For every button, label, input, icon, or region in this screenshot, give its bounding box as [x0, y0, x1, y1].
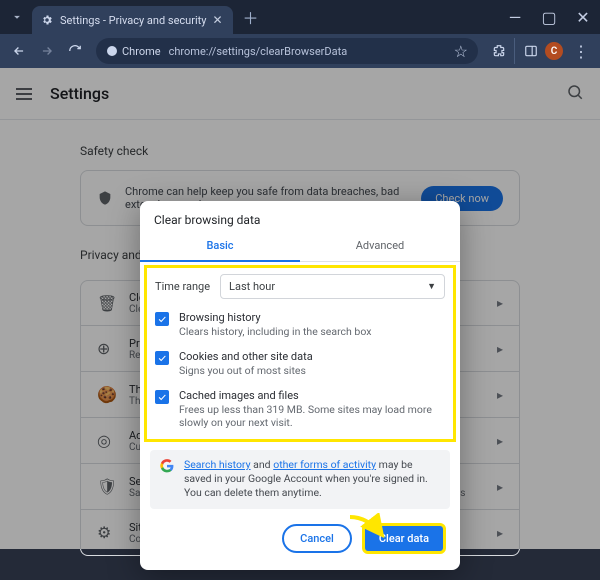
- google-icon: [160, 459, 174, 473]
- option-cookies[interactable]: Cookies and other site dataSigns you out…: [155, 350, 445, 377]
- page: Settings Safety check Chrome can help ke…: [0, 68, 600, 549]
- checkbox-checked[interactable]: [155, 312, 169, 326]
- options-highlight: Time range Last hour ▼ Browsing historyC…: [144, 265, 456, 442]
- clear-browsing-data-dialog: Clear browsing data Basic Advanced Time …: [140, 201, 460, 570]
- link-other-activity[interactable]: other forms of activity: [273, 458, 376, 471]
- minimize-button[interactable]: —: [498, 0, 532, 34]
- site-chip[interactable]: Chrome: [106, 45, 161, 58]
- toolbar: Chrome chrome://settings/clearBrowserDat…: [0, 34, 600, 68]
- close-window-button[interactable]: ✕: [566, 0, 600, 34]
- info-text: Search history and other forms of activi…: [184, 458, 440, 501]
- dialog-title: Clear browsing data: [140, 201, 460, 231]
- menu-button[interactable]: ⋮: [568, 38, 594, 64]
- new-tab-button[interactable]: ＋: [243, 5, 259, 29]
- url-text: chrome://settings/clearBrowserData: [169, 45, 446, 58]
- maximize-button[interactable]: ▢: [532, 0, 566, 34]
- side-panel-button[interactable]: [514, 38, 540, 64]
- tab-title: Settings - Privacy and security: [60, 14, 206, 27]
- close-tab-icon[interactable]: ✕: [212, 13, 222, 27]
- option-browsing-history[interactable]: Browsing historyClears history, includin…: [155, 311, 445, 338]
- checkbox-checked[interactable]: [155, 351, 169, 365]
- back-button[interactable]: [6, 38, 32, 64]
- time-range-value: Last hour: [229, 280, 275, 293]
- browser-tab[interactable]: Settings - Privacy and security ✕: [32, 6, 233, 34]
- info-box: Search history and other forms of activi…: [150, 450, 450, 509]
- tab-search-dropdown[interactable]: [2, 2, 32, 32]
- site-chip-label: Chrome: [122, 45, 161, 58]
- time-range-select[interactable]: Last hour ▼: [220, 274, 445, 299]
- option-cached[interactable]: Cached images and filesFrees up less tha…: [155, 389, 445, 429]
- window-controls: — ▢ ✕: [498, 0, 600, 34]
- cancel-button[interactable]: Cancel: [282, 524, 352, 553]
- dialog-tabs: Basic Advanced: [140, 231, 460, 262]
- gear-icon: [40, 13, 54, 27]
- forward-button[interactable]: [34, 38, 60, 64]
- titlebar: Settings - Privacy and security ✕ ＋ — ▢ …: [0, 0, 600, 34]
- checkbox-checked[interactable]: [155, 390, 169, 404]
- link-search-history[interactable]: Search history: [184, 458, 251, 471]
- chevron-down-icon: ▼: [427, 281, 436, 292]
- time-range-label: Time range: [155, 280, 210, 293]
- extensions-button[interactable]: [486, 38, 512, 64]
- address-bar[interactable]: Chrome chrome://settings/clearBrowserDat…: [96, 38, 478, 64]
- profile-avatar[interactable]: C: [545, 42, 563, 60]
- tab-advanced[interactable]: Advanced: [300, 231, 460, 262]
- tab-basic[interactable]: Basic: [140, 231, 300, 262]
- bookmark-icon[interactable]: ☆: [454, 42, 468, 61]
- reload-button[interactable]: [62, 38, 88, 64]
